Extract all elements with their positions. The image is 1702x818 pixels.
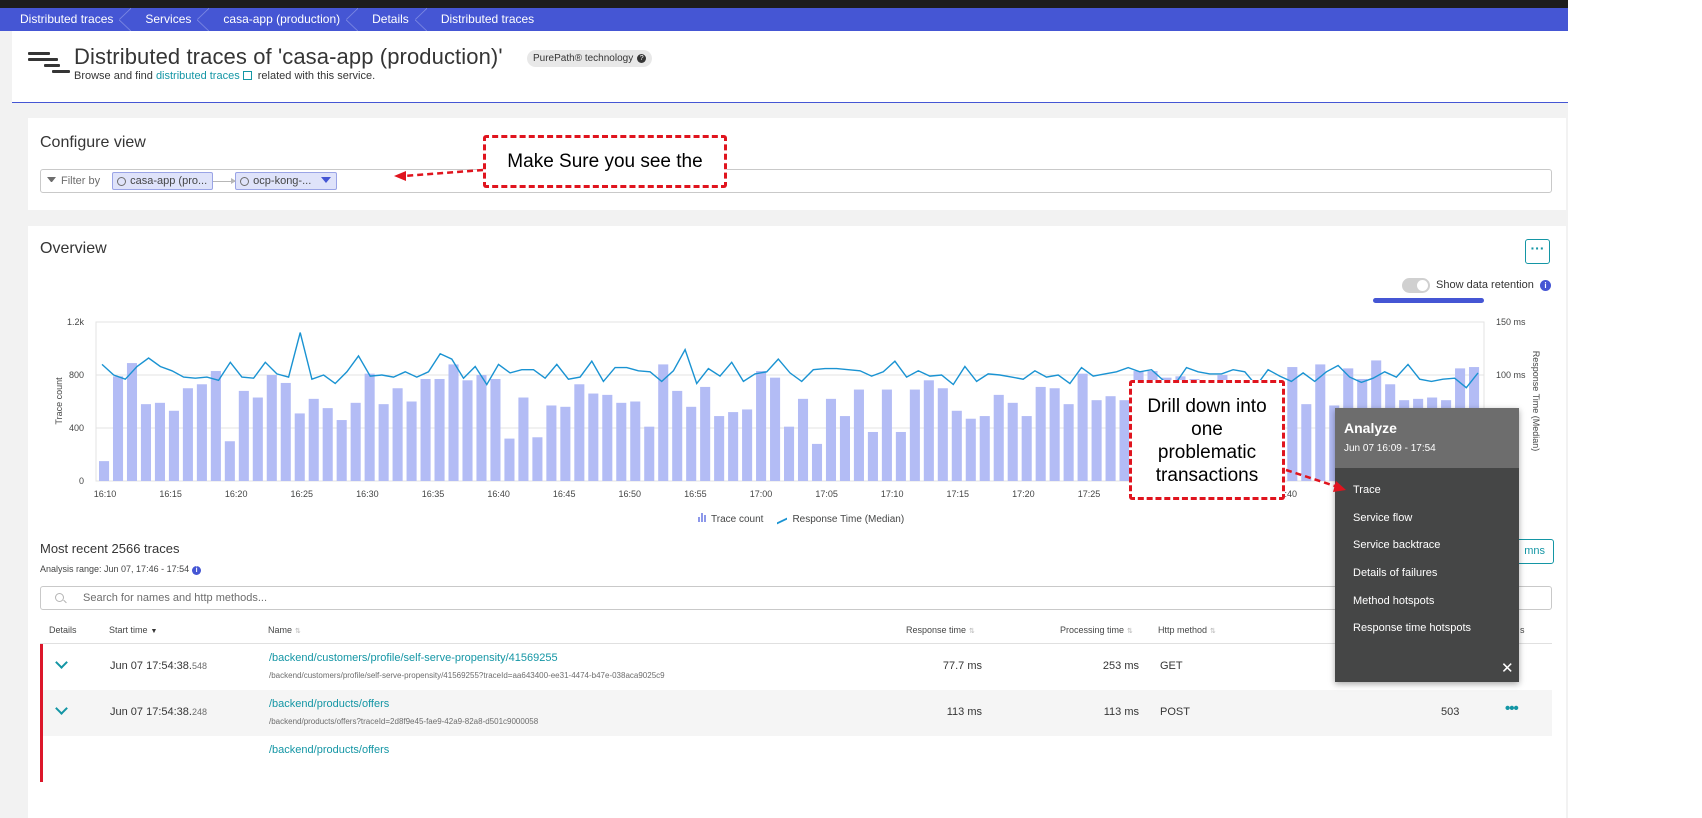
annotation-arrows	[394, 168, 1346, 492]
annotation-arrow	[1285, 468, 1336, 488]
annotation-arrow	[403, 168, 484, 178]
arrowhead-icon	[394, 171, 406, 181]
arrowhead-icon	[1333, 481, 1346, 492]
app: Distributed traces Services casa-app (pr…	[0, 0, 1568, 818]
